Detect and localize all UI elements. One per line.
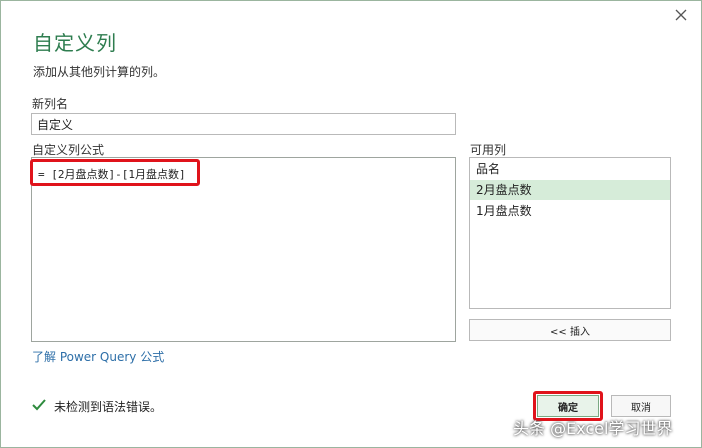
learn-power-query-link[interactable]: 了解 Power Query 公式 bbox=[32, 348, 164, 365]
formula-label: 自定义列公式 bbox=[32, 143, 105, 157]
custom-column-dialog: 自定义列 添加从其他列计算的列。 新列名 自定义列公式 = [2月盘点数]-[1… bbox=[0, 0, 702, 448]
available-columns-list[interactable]: 品名 2月盘点数 1月盘点数 bbox=[469, 157, 671, 309]
column-item-feb-count[interactable]: 2月盘点数 bbox=[470, 180, 670, 200]
formula-text: = [2月盘点数]-[1月盘点数] bbox=[38, 168, 186, 181]
syntax-status: 未检测到语法错误。 bbox=[32, 398, 162, 415]
syntax-status-text: 未检测到语法错误。 bbox=[54, 400, 163, 414]
available-columns-label: 可用列 bbox=[470, 143, 507, 157]
dialog-title: 自定义列 bbox=[33, 31, 117, 55]
insert-button[interactable]: << 插入 bbox=[469, 319, 671, 341]
new-column-name-input[interactable] bbox=[31, 113, 456, 135]
watermark: 头条 @Excel学习世界 bbox=[513, 419, 673, 438]
ok-button[interactable]: 确定 bbox=[537, 395, 599, 417]
cancel-button[interactable]: 取消 bbox=[611, 395, 671, 417]
formula-editor[interactable]: = [2月盘点数]-[1月盘点数] bbox=[31, 157, 456, 342]
close-icon[interactable] bbox=[671, 5, 691, 25]
dialog-subtitle: 添加从其他列计算的列。 bbox=[33, 65, 166, 79]
column-item-jan-count[interactable]: 1月盘点数 bbox=[470, 201, 670, 221]
column-item-pinming[interactable]: 品名 bbox=[470, 159, 670, 179]
new-column-name-label: 新列名 bbox=[32, 97, 69, 111]
checkmark-icon bbox=[32, 399, 46, 414]
